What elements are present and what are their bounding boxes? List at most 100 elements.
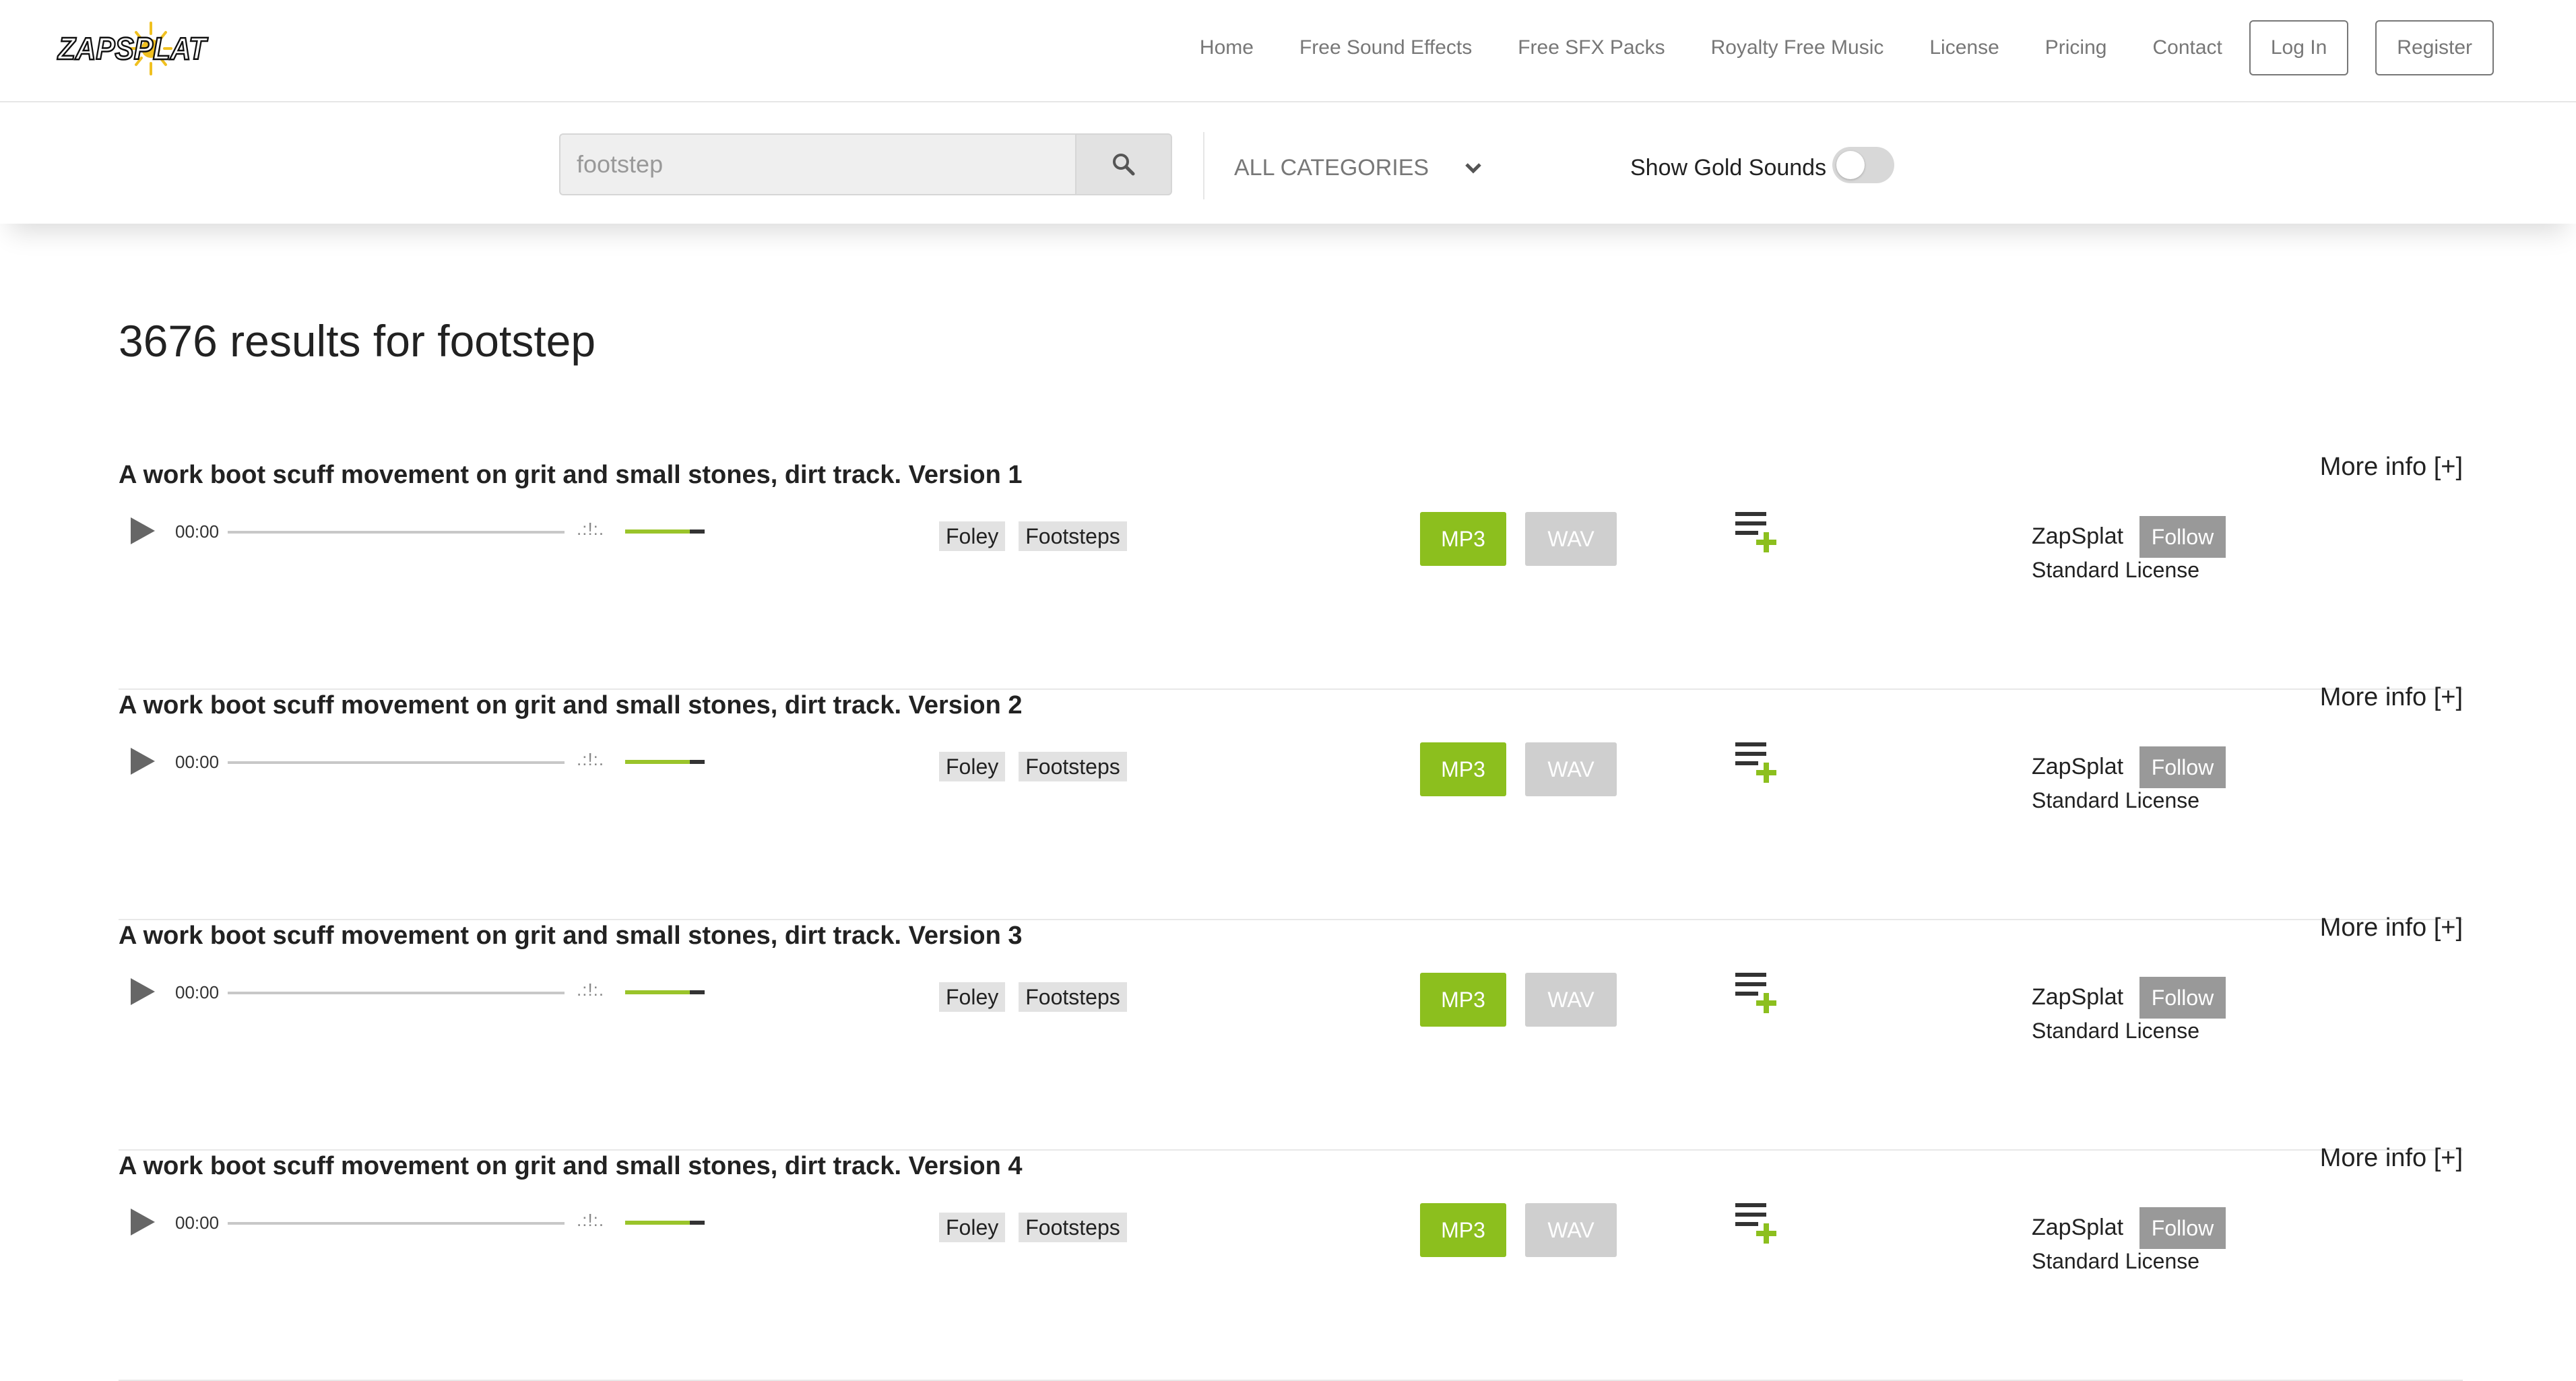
nav-license-link[interactable]: License <box>1929 36 1999 59</box>
player-time: 00:00 <box>175 982 220 1002</box>
tag-list: Foley Footsteps <box>939 982 1140 1012</box>
download-mp3-button[interactable]: MP3 <box>1420 973 1506 1027</box>
more-info-link[interactable]: More info [+] <box>2320 912 2463 943</box>
nav-free-sfx-packs-link[interactable]: Free SFX Packs <box>1518 36 1665 59</box>
follow-button[interactable]: Follow <box>2139 516 2226 558</box>
volume-slider[interactable] <box>625 990 690 994</box>
tag-list: Foley Footsteps <box>939 521 1140 551</box>
progress-track[interactable] <box>228 992 565 994</box>
volume-slider-end <box>690 760 705 764</box>
license-label: Standard License <box>2032 558 2200 582</box>
more-info-link[interactable]: More info [+] <box>2320 1143 2463 1174</box>
top-navbar: ZAPSPLAT Home Free Sound Effects Free SF… <box>0 0 2576 102</box>
player-time: 00:00 <box>175 1213 220 1233</box>
audio-player: 00:00 .:!:. <box>119 1198 725 1245</box>
playlist-add-icon[interactable] <box>1734 1198 1782 1246</box>
player-time: 00:00 <box>175 521 220 542</box>
sound-result-row: A work boot scuff movement on grit and s… <box>119 453 2463 690</box>
audio-player: 00:00 .:!:. <box>119 737 725 784</box>
playlist-add-icon[interactable] <box>1734 967 1782 1016</box>
search-input[interactable] <box>559 133 1075 195</box>
chevron-down-icon <box>1464 161 1483 174</box>
sound-title[interactable]: A work boot scuff movement on grit and s… <box>119 1151 1023 1182</box>
waveform-icon: .:!:. <box>577 979 605 1000</box>
tag-foley[interactable]: Foley <box>939 1213 1006 1242</box>
download-mp3-button[interactable]: MP3 <box>1420 512 1506 566</box>
main-nav: Home Free Sound Effects Free SFX Packs R… <box>1154 19 2494 77</box>
search-icon <box>1113 154 1135 176</box>
category-select[interactable]: ALL CATEGORIES <box>1234 151 1483 185</box>
category-select-label: ALL CATEGORIES <box>1234 154 1429 181</box>
sound-title[interactable]: A work boot scuff movement on grit and s… <box>119 690 1023 721</box>
search-button[interactable] <box>1075 133 1172 195</box>
sound-title[interactable]: A work boot scuff movement on grit and s… <box>119 459 1023 490</box>
tag-foley[interactable]: Foley <box>939 982 1006 1012</box>
waveform-icon: .:!:. <box>577 749 605 769</box>
follow-button[interactable]: Follow <box>2139 977 2226 1019</box>
results-count-heading: 3676 results for footstep <box>119 316 596 366</box>
play-icon[interactable] <box>129 746 156 776</box>
audio-player: 00:00 .:!:. <box>119 967 725 1015</box>
download-wav-button[interactable]: WAV <box>1525 512 1617 566</box>
search-bar-section: ALL CATEGORIES Show Gold Sounds <box>0 102 2576 224</box>
tag-foley[interactable]: Foley <box>939 521 1006 551</box>
volume-slider-end <box>690 1221 705 1225</box>
download-wav-button[interactable]: WAV <box>1525 1203 1617 1257</box>
license-label: Standard License <box>2032 1019 2200 1043</box>
progress-track[interactable] <box>228 531 565 534</box>
register-button[interactable]: Register <box>2375 20 2494 75</box>
volume-slider-end <box>690 990 705 994</box>
author-name[interactable]: ZapSplat <box>2032 521 2123 551</box>
volume-slider[interactable] <box>625 760 690 764</box>
author-name[interactable]: ZapSplat <box>2032 752 2123 781</box>
nav-contact-link[interactable]: Contact <box>2152 36 2222 59</box>
toggle-knob <box>1836 151 1865 179</box>
follow-button[interactable]: Follow <box>2139 746 2226 788</box>
gold-sounds-toggle[interactable] <box>1832 147 1894 183</box>
nav-free-sound-effects-link[interactable]: Free Sound Effects <box>1299 36 1472 59</box>
play-icon[interactable] <box>129 977 156 1006</box>
more-info-link[interactable]: More info [+] <box>2320 682 2463 713</box>
progress-track[interactable] <box>228 1222 565 1225</box>
volume-slider[interactable] <box>625 529 690 534</box>
search-divider <box>1203 132 1204 199</box>
waveform-icon: .:!:. <box>577 519 605 539</box>
download-mp3-button[interactable]: MP3 <box>1420 742 1506 796</box>
audio-player: 00:00 .:!:. <box>119 507 725 554</box>
volume-slider[interactable] <box>625 1221 690 1225</box>
download-mp3-button[interactable]: MP3 <box>1420 1203 1506 1257</box>
waveform-icon: .:!:. <box>577 1210 605 1230</box>
author-name[interactable]: ZapSplat <box>2032 982 2123 1012</box>
tag-footsteps[interactable]: Footsteps <box>1019 752 1127 781</box>
download-wav-button[interactable]: WAV <box>1525 742 1617 796</box>
sound-result-row: A work boot scuff movement on grit and s… <box>119 683 2463 920</box>
play-icon[interactable] <box>129 516 156 546</box>
license-label: Standard License <box>2032 788 2200 812</box>
more-info-link[interactable]: More info [+] <box>2320 451 2463 482</box>
login-button[interactable]: Log In <box>2249 20 2349 75</box>
tag-footsteps[interactable]: Footsteps <box>1019 1213 1127 1242</box>
tag-footsteps[interactable]: Footsteps <box>1019 982 1127 1012</box>
license-label: Standard License <box>2032 1249 2200 1273</box>
player-time: 00:00 <box>175 752 220 772</box>
sound-result-row: A work boot scuff movement on grit and s… <box>119 1144 2463 1381</box>
zapsplat-logo[interactable]: ZAPSPLAT <box>55 19 210 79</box>
tag-footsteps[interactable]: Footsteps <box>1019 521 1127 551</box>
tag-list: Foley Footsteps <box>939 1213 1140 1242</box>
sound-title[interactable]: A work boot scuff movement on grit and s… <box>119 920 1023 951</box>
download-wav-button[interactable]: WAV <box>1525 973 1617 1027</box>
nav-royalty-free-music-link[interactable]: Royalty Free Music <box>1711 36 1884 59</box>
author-name[interactable]: ZapSplat <box>2032 1213 2123 1242</box>
sound-result-row: A work boot scuff movement on grit and s… <box>119 913 2463 1151</box>
gold-sounds-label: Show Gold Sounds <box>1630 155 1827 181</box>
follow-button[interactable]: Follow <box>2139 1207 2226 1249</box>
nav-home-link[interactable]: Home <box>1200 36 1254 59</box>
play-icon[interactable] <box>129 1207 156 1237</box>
playlist-add-icon[interactable] <box>1734 737 1782 785</box>
tag-list: Foley Footsteps <box>939 752 1140 781</box>
nav-pricing-link[interactable]: Pricing <box>2045 36 2107 59</box>
playlist-add-icon[interactable] <box>1734 507 1782 555</box>
progress-track[interactable] <box>228 761 565 764</box>
tag-foley[interactable]: Foley <box>939 752 1006 781</box>
volume-slider-end <box>690 529 705 534</box>
